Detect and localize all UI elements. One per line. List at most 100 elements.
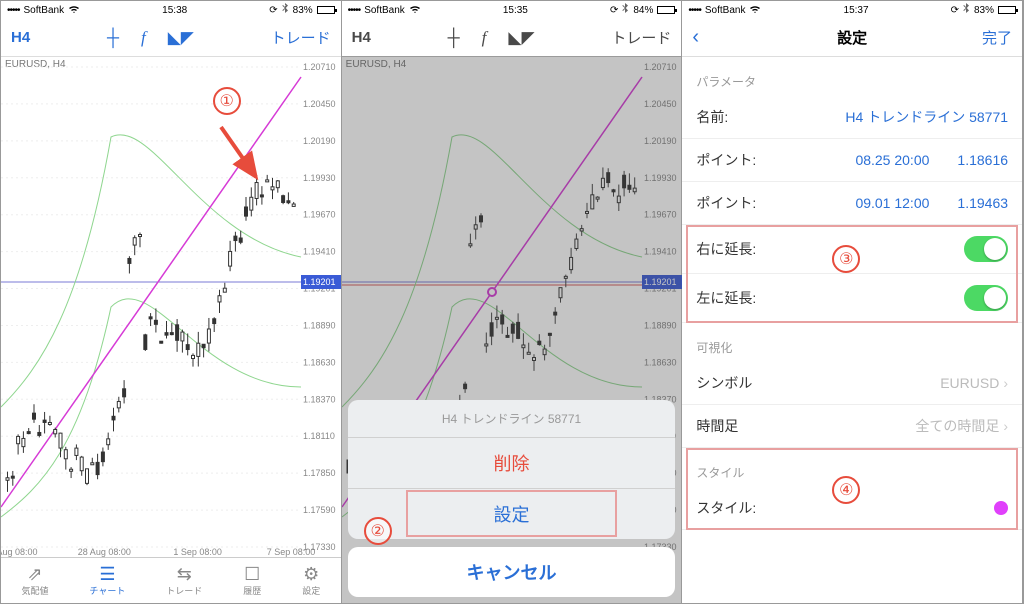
settings-navbar: ‹ 設定 完了 <box>682 19 1022 57</box>
row-symbol[interactable]: シンボル EURUSD› <box>682 362 1022 405</box>
bottom-tabbar: ⇗気配値 ☰チャート ⇆トレード ☐履歴 ⚙設定 <box>1 557 341 603</box>
extend-left-toggle[interactable] <box>964 285 1008 311</box>
section-visibility: 可視化 <box>682 323 1022 362</box>
tab-icon: ⚙ <box>303 565 319 583</box>
page-title: 設定 <box>837 27 867 48</box>
sheet-title: H4 トレンドライン 58771 <box>348 400 676 437</box>
action-sheet: H4 トレンドライン 58771 削除 設定 キャンセル <box>348 400 676 597</box>
row-timeframe[interactable]: 時間足 全ての時間足› <box>682 405 1022 448</box>
screen-chart: ••••• SoftBank 15:38 ⟳ 83% H4 ┼ f ◣◤ トレー… <box>1 1 342 603</box>
carrier-label: SoftBank <box>364 5 405 16</box>
tab-label: 履歴 <box>243 584 261 597</box>
svg-text:1.20710: 1.20710 <box>303 62 336 72</box>
bluetooth-icon <box>282 3 289 17</box>
cancel-button[interactable]: キャンセル <box>348 547 676 597</box>
arrow-icon <box>211 117 271 197</box>
battery-label: 83% <box>974 5 994 16</box>
svg-text:1.18370: 1.18370 <box>303 394 336 404</box>
clock-label: 15:38 <box>162 5 187 16</box>
svg-text:1 Sep 08:00: 1 Sep 08:00 <box>173 547 222 557</box>
annotation-2: ② <box>364 517 392 545</box>
crosshair-icon: ┼ <box>448 28 460 48</box>
trade-button[interactable]: トレード <box>271 27 331 48</box>
svg-text:1.20190: 1.20190 <box>303 136 336 146</box>
tab-履歴[interactable]: ☐履歴 <box>243 565 261 597</box>
objects-icon: ◣◤ <box>508 28 534 48</box>
battery-icon <box>998 6 1016 14</box>
tab-label: 設定 <box>302 584 320 597</box>
price-badge: 1.19201 <box>303 277 336 287</box>
point2-label: ポイント: <box>696 193 756 213</box>
battery-icon <box>317 6 335 14</box>
tab-label: トレード <box>166 584 202 597</box>
done-button[interactable]: 完了 <box>982 27 1012 48</box>
row-name[interactable]: 名前: H4 トレンドライン 58771 <box>682 96 1022 139</box>
row-point2[interactable]: ポイント: 09.01 12:00 1.19463 <box>682 182 1022 225</box>
chart-area[interactable]: EURUSD, H4 1.207101.204501.201901.199301… <box>1 57 341 557</box>
clock-label: 15:37 <box>844 5 869 16</box>
indicator-icon[interactable]: f <box>141 28 146 48</box>
name-label: 名前: <box>696 107 728 127</box>
tab-設定[interactable]: ⚙設定 <box>302 565 320 597</box>
point1-label: ポイント: <box>696 150 756 170</box>
chevron-right-icon: › <box>1003 375 1008 391</box>
tab-icon: ⇗ <box>27 565 42 583</box>
settings-list[interactable]: パラメータ 名前: H4 トレンドライン 58771 ポイント: 08.25 2… <box>682 57 1022 603</box>
carrier-label: SoftBank <box>24 5 65 16</box>
annotation-box-2 <box>406 490 618 537</box>
timeframe-value: 全ての時間足 <box>915 418 999 434</box>
extend-right-toggle[interactable] <box>964 236 1008 262</box>
svg-text:1.17850: 1.17850 <box>303 468 336 478</box>
svg-text:1.19930: 1.19930 <box>303 173 336 183</box>
chart-toolbar: H4 ┼ f ◣◤ トレード <box>342 19 682 57</box>
chart-canvas[interactable]: 1.20710 1.20450 1.20190 1.19930 1.19670 1.194… <box>1 57 342 557</box>
point1-value: 1.18616 <box>957 152 1008 168</box>
y-axis: 1.20710 1.20450 1.20190 1.19930 1.19670 1.194… <box>1 62 336 552</box>
bluetooth-icon <box>963 3 970 17</box>
screen-settings: ••••• SoftBank 15:37 ⟳ 83% ‹ 設定 完了 パラメータ… <box>682 1 1023 603</box>
rotation-lock-icon: ⟳ <box>269 5 277 16</box>
symbol-value: EURUSD <box>940 375 999 391</box>
screen-contextmenu: ••••• SoftBank 15:35 ⟳ 84% H4 ┼ f ◣◤ トレー… <box>342 1 683 603</box>
signal-dots-icon: ••••• <box>7 5 20 16</box>
point2-value: 1.19463 <box>957 195 1008 211</box>
status-bar: ••••• SoftBank 15:38 ⟳ 83% <box>1 1 341 19</box>
bluetooth-icon <box>622 3 629 17</box>
battery-icon <box>657 6 675 14</box>
svg-text:1.19410: 1.19410 <box>303 247 336 257</box>
crosshair-icon[interactable]: ┼ <box>107 28 119 48</box>
wifi-icon <box>749 4 761 17</box>
timeframe-button: H4 <box>352 29 371 46</box>
signal-dots-icon: ••••• <box>348 5 361 16</box>
symbol-label: シンボル <box>696 373 752 393</box>
timeframe-button[interactable]: H4 <box>11 29 30 46</box>
point2-time: 09.01 12:00 <box>855 195 929 211</box>
chart-toolbar: H4 ┼ f ◣◤ トレード <box>1 19 341 57</box>
tab-チャート[interactable]: ☰チャート <box>89 565 125 597</box>
chevron-right-icon: › <box>1003 418 1008 434</box>
tab-icon: ☰ <box>99 565 115 583</box>
signal-dots-icon: ••••• <box>688 5 701 16</box>
svg-text:7 Sep 08:00: 7 Sep 08:00 <box>267 547 316 557</box>
row-point1[interactable]: ポイント: 08.25 20:00 1.18616 <box>682 139 1022 182</box>
svg-text:1.17590: 1.17590 <box>303 505 336 515</box>
svg-text:1.19670: 1.19670 <box>303 210 336 220</box>
back-button[interactable]: ‹ <box>692 26 699 49</box>
tab-label: 気配値 <box>21 584 48 597</box>
candlesticks <box>6 175 295 492</box>
annotation-1: ① <box>213 87 241 115</box>
svg-text:1.18630: 1.18630 <box>303 357 336 367</box>
svg-text:1.18890: 1.18890 <box>303 320 336 330</box>
clock-label: 15:35 <box>503 5 528 16</box>
tab-トレード[interactable]: ⇆トレード <box>166 565 202 597</box>
svg-text:22 Aug 08:00: 22 Aug 08:00 <box>1 547 38 557</box>
tab-icon: ☐ <box>244 565 260 583</box>
svg-text:28 Aug 08:00: 28 Aug 08:00 <box>78 547 131 557</box>
indicator-icon: f <box>482 28 487 48</box>
status-bar: ••••• SoftBank 15:37 ⟳ 83% <box>682 1 1022 19</box>
delete-button[interactable]: 削除 <box>348 437 676 488</box>
svg-text:1.20450: 1.20450 <box>303 99 336 109</box>
tab-icon: ⇆ <box>177 565 192 583</box>
tab-気配値[interactable]: ⇗気配値 <box>21 565 48 597</box>
objects-icon[interactable]: ◣◤ <box>168 28 194 48</box>
